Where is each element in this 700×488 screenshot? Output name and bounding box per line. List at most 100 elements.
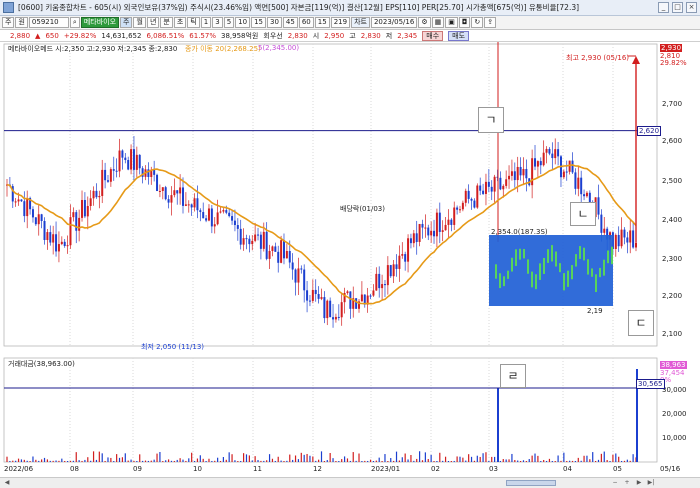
candle-body [548,148,551,154]
settings-icon[interactable]: ⚙ [418,17,431,28]
candle-body [156,174,159,192]
date-input[interactable]: 2023/05/16 [370,17,418,28]
stock-code-input[interactable]: 059210 [28,17,69,28]
volume-bar [208,458,210,462]
volume-bar [6,456,8,462]
box-candle [539,263,541,280]
candle-body [424,227,427,229]
volume-bar [563,452,565,462]
scroll-end-icon[interactable]: ▶| [646,479,656,487]
stock-name-field[interactable]: 메타바이오 [80,17,120,28]
interval-15[interactable]: 15 [251,17,266,28]
interval-3[interactable]: 3 [212,17,223,28]
candle-body [444,224,447,231]
candle-body [277,251,280,263]
candle-body [285,251,288,259]
chart-mode[interactable]: 차트 [351,17,370,28]
chart-canvas[interactable] [0,42,700,488]
volume-bar [245,454,248,462]
unit-select[interactable]: 원 [15,17,28,28]
period-minute[interactable]: 분 [160,17,173,28]
candle-body [476,185,479,208]
candle-body [614,234,617,250]
candle-body [124,157,127,160]
box-candle [559,263,561,273]
candle-body [130,149,133,170]
period-second[interactable]: 초 [173,17,187,28]
interval-10[interactable]: 10 [235,17,251,28]
volume-bar [462,457,464,462]
period-year[interactable]: 년 [146,17,160,28]
candle-body [311,289,314,301]
volume-bar [629,460,631,462]
search-icon[interactable]: ⌕ [69,17,80,28]
candle-body [629,230,632,243]
scroll-left-icon[interactable]: ◀ [2,479,12,487]
volume-bar [263,460,265,462]
candle-body [323,297,326,319]
volume-bar [401,457,403,462]
candle-body [89,198,92,207]
volume-panel-header: 거래대금(38,963.00) [8,360,75,368]
price-tick: 2,400 [662,216,683,224]
low-label: 저 [385,31,393,40]
box-candle [563,273,565,291]
candle-body [508,175,511,180]
grid-icon[interactable]: ▦ [431,17,445,28]
buy-button[interactable]: 매수 [422,30,444,41]
volume-bar [557,455,559,462]
price-tick: 2,700 [662,100,683,108]
chart-area[interactable]: 메타바이오메드 시:2,350 고:2,930 저:2,345 종:2,830 … [0,42,700,488]
sell-button[interactable]: 매도 [448,30,470,41]
interval-5[interactable]: 5 [223,17,235,28]
volume-bar [577,457,579,462]
period-week[interactable]: 주 [120,17,133,28]
volume-bar [522,460,525,462]
zoom-out-icon[interactable]: − [610,479,620,487]
volume-bar [234,460,236,462]
minimize-button[interactable]: _ [658,2,669,13]
volume-bar [600,453,602,462]
hline-price-label: 2,620 [637,126,662,136]
interval-30[interactable]: 30 [267,17,282,28]
volume-bar [127,460,129,462]
zoom-in-icon[interactable]: + [622,479,632,487]
interval-1[interactable]: 1 [200,17,212,28]
refresh-icon[interactable]: ↻ [471,17,484,28]
candle-body [20,199,23,202]
candle-body [109,169,112,182]
volume-bar [12,460,14,462]
volume-bar [465,460,467,462]
export-icon[interactable]: ⇪ [484,17,497,28]
volume-bar [162,461,164,462]
save-icon[interactable]: ▣ [445,17,458,28]
candle-body [418,223,421,242]
scroll-thumb[interactable] [506,480,556,486]
x-tick: 2022/06 [4,465,34,473]
lock-icon[interactable]: ◘ [458,17,471,28]
candle-body [453,207,456,225]
chart-scrollbar[interactable]: ◀ − + ▶ ▶| [0,477,700,488]
volume-bar [283,460,285,462]
box-candle [531,271,533,288]
scroll-right-icon[interactable]: ▶ [634,479,644,487]
bar-count-input[interactable]: 219 [330,17,351,28]
candle-body [534,158,537,167]
box-candle [599,267,601,278]
interval-60[interactable]: 60 [298,17,314,28]
period-tick[interactable]: 틱 [187,17,200,28]
interval-custom[interactable]: 15 [314,17,330,28]
volume-bar [323,460,325,462]
volume-bar [404,453,406,462]
volume-bar [473,460,476,462]
candle-body [320,297,323,299]
market-select[interactable]: 주 [2,17,15,28]
volume-bar [349,460,351,462]
candle-body [101,169,104,196]
maximize-button[interactable]: □ [672,2,683,13]
close-button[interactable]: × [686,2,697,13]
x-tick: 05/16 [660,465,681,473]
period-month[interactable]: 월 [133,17,146,28]
volume-bar [95,459,98,462]
interval-45[interactable]: 45 [282,17,298,28]
